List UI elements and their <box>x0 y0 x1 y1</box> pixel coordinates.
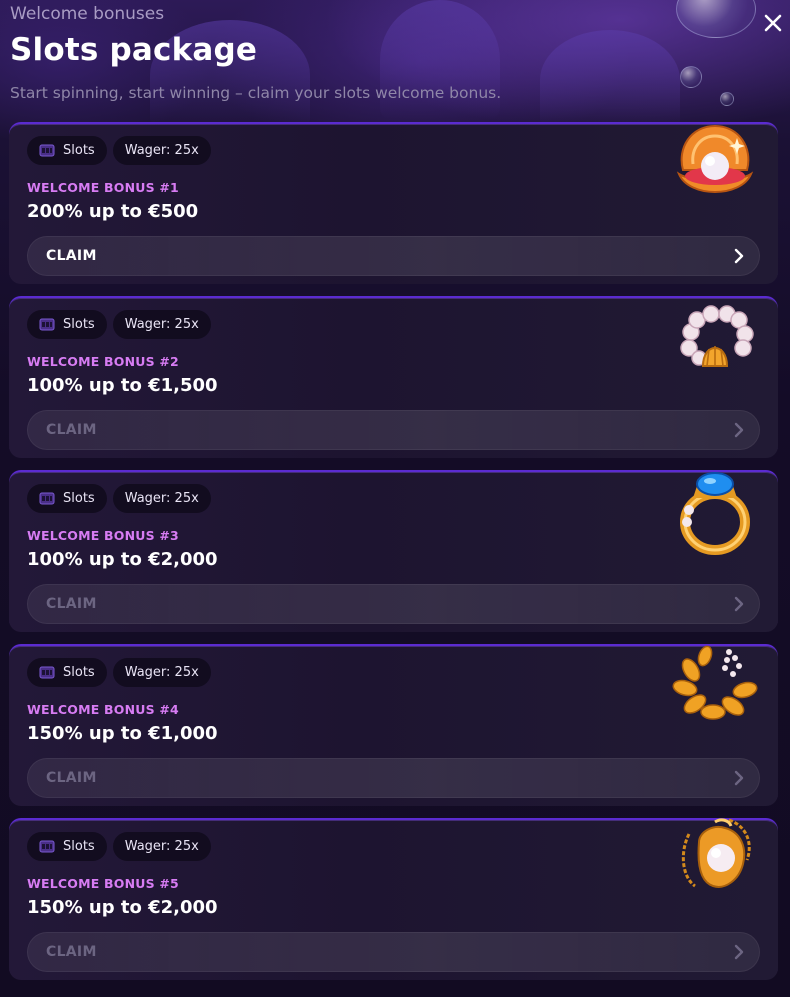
claim-button[interactable]: CLAIM <box>27 932 760 972</box>
bonus-offer: 100% up to €2,000 <box>27 549 218 570</box>
pearl-bracelet-icon <box>680 305 754 367</box>
header-kicker: Welcome bonuses <box>10 4 165 24</box>
background-bubble <box>720 92 734 106</box>
category-chip-label: Slots <box>63 143 95 158</box>
category-chip: Slots <box>27 310 107 339</box>
wager-chip-label: Wager: 25x <box>124 143 199 158</box>
close-button[interactable] <box>760 10 786 36</box>
wager-chip-label: Wager: 25x <box>124 665 199 680</box>
category-chip: Slots <box>27 832 107 861</box>
page-subtitle: Start spinning, start winning – claim yo… <box>10 84 502 102</box>
bonus-label: WELCOME BONUS #5 <box>27 876 179 891</box>
category-chip-label: Slots <box>63 317 95 332</box>
close-icon <box>764 14 782 32</box>
chevron-right-icon <box>733 770 745 786</box>
sapphire-ring-icon <box>680 472 750 555</box>
wager-chip-label: Wager: 25x <box>124 491 199 506</box>
slot-machine-icon <box>39 666 55 679</box>
wager-chip: Wager: 25x <box>112 136 211 165</box>
category-chip: Slots <box>27 658 107 687</box>
golden-wreath-icon <box>672 645 758 720</box>
bonus-label: WELCOME BONUS #4 <box>27 702 179 717</box>
claim-button[interactable]: CLAIM <box>27 584 760 624</box>
bonus-card-4: Slots Wager: 25x WELCOME BONUS #4 150% u… <box>9 644 778 806</box>
category-chip-label: Slots <box>63 665 95 680</box>
chevron-right-icon <box>733 944 745 960</box>
wager-chip: Wager: 25x <box>112 832 211 861</box>
bonus-tags: Slots Wager: 25x <box>27 484 211 513</box>
bonus-list: Slots Wager: 25x WELCOME BONUS #1 200% u… <box>9 122 778 992</box>
claim-button[interactable]: CLAIM <box>27 410 760 450</box>
background-seaweed <box>380 0 500 120</box>
bonus-label: WELCOME BONUS #2 <box>27 354 179 369</box>
category-chip: Slots <box>27 484 107 513</box>
bonus-offer: 200% up to €500 <box>27 201 199 222</box>
claim-button[interactable]: CLAIM <box>27 758 760 798</box>
category-chip: Slots <box>27 136 107 165</box>
chevron-right-icon <box>733 248 745 264</box>
background-bubble <box>680 66 702 88</box>
bonus-offer: 100% up to €1,500 <box>27 375 218 396</box>
background-seaweed <box>540 30 680 130</box>
claim-button[interactable]: CLAIM <box>27 236 760 276</box>
bonus-card-5: Slots Wager: 25x WELCOME BONUS #5 150% u… <box>9 818 778 980</box>
bonus-card-2: Slots Wager: 25x WELCOME BONUS #2 100% u… <box>9 296 778 458</box>
bonus-tags: Slots Wager: 25x <box>27 658 211 687</box>
wager-chip: Wager: 25x <box>112 310 211 339</box>
claim-label: CLAIM <box>46 422 97 438</box>
claim-label: CLAIM <box>46 944 97 960</box>
bonus-offer: 150% up to €2,000 <box>27 897 218 918</box>
page-title: Slots package <box>10 32 258 68</box>
bonus-card-1: Slots Wager: 25x WELCOME BONUS #1 200% u… <box>9 122 778 284</box>
slot-machine-icon <box>39 492 55 505</box>
claim-label: CLAIM <box>46 248 97 264</box>
pearl-amulet-icon <box>681 818 751 888</box>
bonus-label: WELCOME BONUS #1 <box>27 180 179 195</box>
category-chip-label: Slots <box>63 839 95 854</box>
slots-package-modal: Welcome bonuses Slots package Start spin… <box>0 0 790 997</box>
pearl-shell-icon <box>676 124 754 193</box>
bonus-card-3: Slots Wager: 25x WELCOME BONUS #3 100% u… <box>9 470 778 632</box>
bonus-label: WELCOME BONUS #3 <box>27 528 179 543</box>
slot-machine-icon <box>39 840 55 853</box>
claim-label: CLAIM <box>46 596 97 612</box>
wager-chip-label: Wager: 25x <box>124 317 199 332</box>
wager-chip-label: Wager: 25x <box>124 839 199 854</box>
chevron-right-icon <box>733 422 745 438</box>
bonus-offer: 150% up to €1,000 <box>27 723 218 744</box>
chevron-right-icon <box>733 596 745 612</box>
background-bubble <box>676 0 756 38</box>
category-chip-label: Slots <box>63 491 95 506</box>
wager-chip: Wager: 25x <box>112 484 211 513</box>
claim-label: CLAIM <box>46 770 97 786</box>
bonus-tags: Slots Wager: 25x <box>27 136 211 165</box>
slot-machine-icon <box>39 318 55 331</box>
wager-chip: Wager: 25x <box>112 658 211 687</box>
bonus-tags: Slots Wager: 25x <box>27 310 211 339</box>
bonus-tags: Slots Wager: 25x <box>27 832 211 861</box>
slot-machine-icon <box>39 144 55 157</box>
